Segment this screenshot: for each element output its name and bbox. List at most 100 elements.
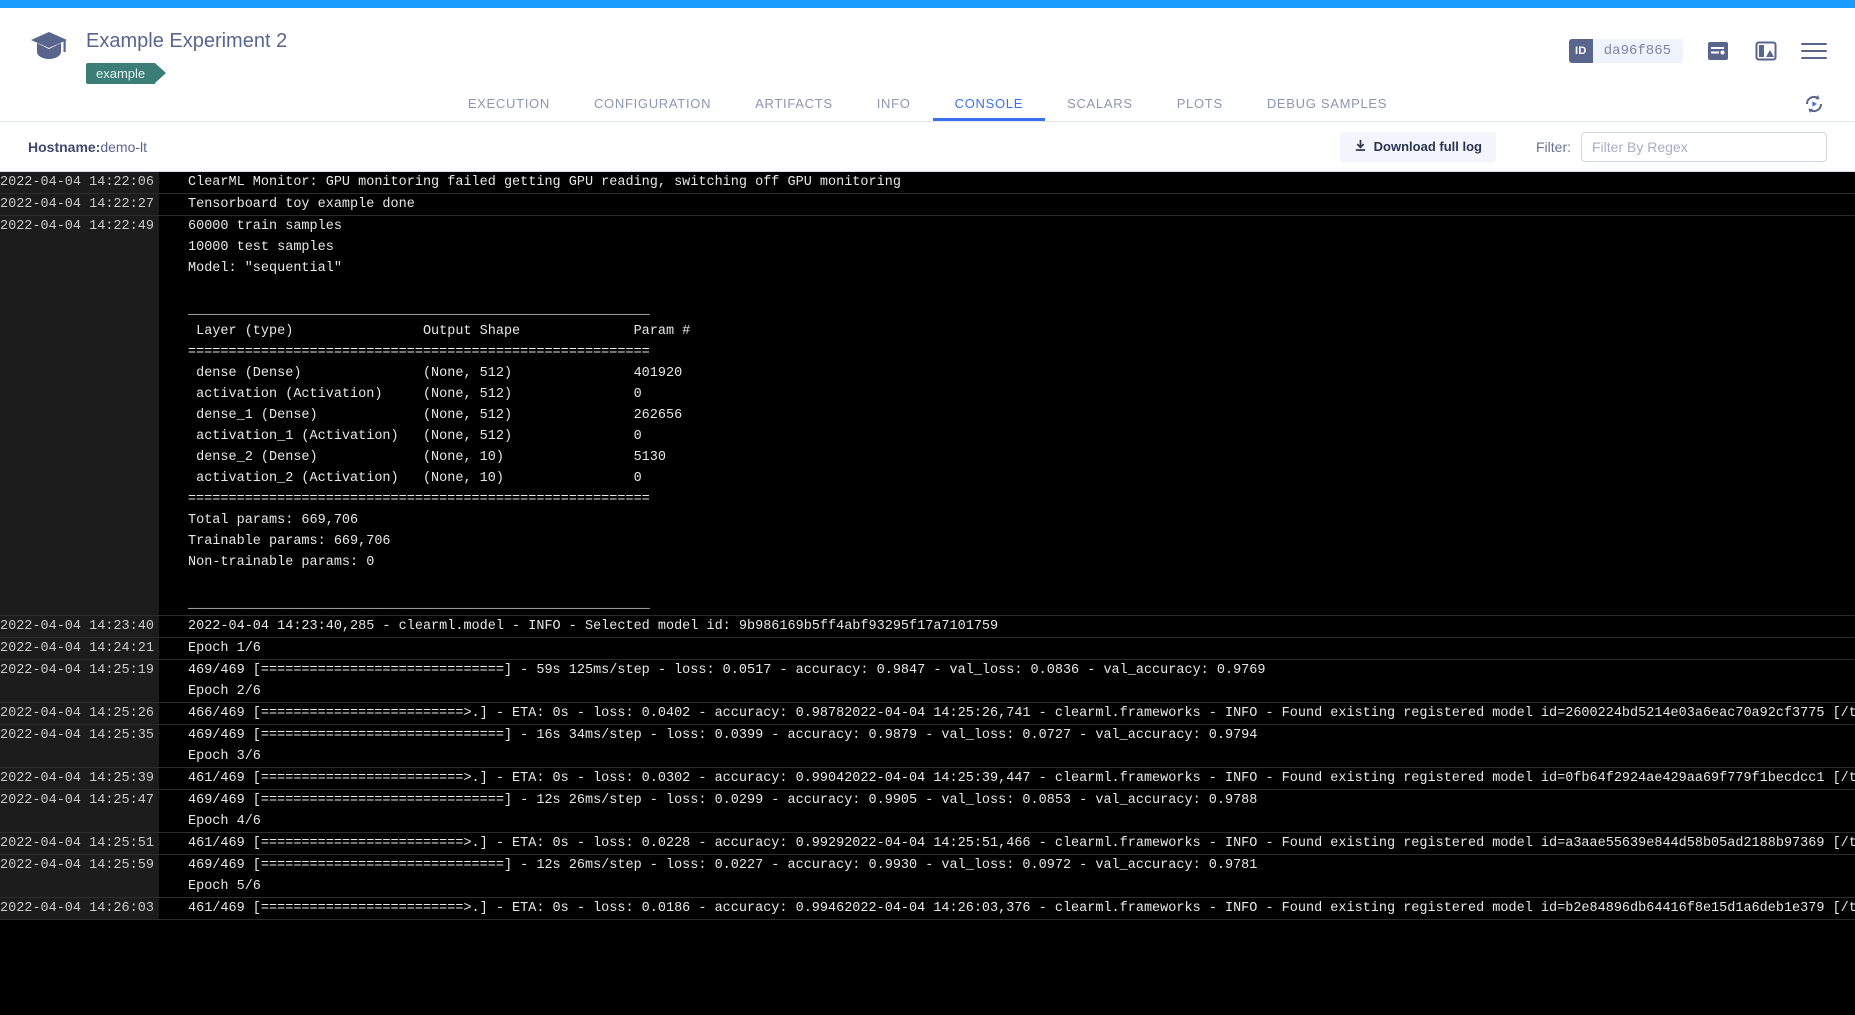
page-title: Example Experiment 2 xyxy=(86,30,287,52)
log-message: 466/469 [=========================>.] - … xyxy=(159,703,1855,724)
experiment-tag[interactable]: example xyxy=(86,63,155,84)
header-left-group: Example Experiment 2 example xyxy=(28,24,287,84)
log-line: ========================================… xyxy=(188,342,1855,363)
log-message: Tensorboard toy example done xyxy=(159,194,1855,215)
filter-input[interactable] xyxy=(1581,132,1827,162)
log-line: Non-trainable params: 0 xyxy=(188,552,1855,573)
log-timestamp: 2022-04-04 14:25:19 xyxy=(0,660,159,702)
log-message: 469/469 [==============================]… xyxy=(159,725,1855,767)
log-entry: 2022-04-04 14:23:40 2022-04-04 14:23:40,2… xyxy=(0,616,1855,638)
log-line: Total params: 669,706 xyxy=(188,510,1855,531)
log-view-icon[interactable] xyxy=(1705,39,1731,63)
log-entry: 2022-04-04 14:25:35469/469 [============… xyxy=(0,725,1855,768)
log-timestamp: 2022-04-04 14:25:59 xyxy=(0,855,159,897)
graduation-cap-icon xyxy=(28,24,70,66)
log-timestamp: 2022-04-04 14:23:40 xyxy=(0,616,159,637)
title-column: Example Experiment 2 example xyxy=(86,24,287,84)
log-timestamp: 2022-04-04 14:25:47 xyxy=(0,790,159,832)
tab-plots[interactable]: PLOTS xyxy=(1155,86,1245,121)
log-entry: 2022-04-04 14:22:27 Tensorboard toy examp… xyxy=(0,194,1855,216)
experiment-id-chip[interactable]: ID da96f865 xyxy=(1569,39,1683,63)
log-entry: 2022-04-04 14:24:21 Epoch 1/6 xyxy=(0,638,1855,660)
log-line: dense_2 (Dense) (None, 10) 5130 xyxy=(188,447,1855,468)
hostname-label: Hostname: xyxy=(28,139,100,155)
filter-label: Filter: xyxy=(1536,139,1571,155)
log-line: ________________________________________… xyxy=(188,594,1855,615)
log-message: 469/469 [==============================]… xyxy=(159,660,1855,702)
log-entry: 2022-04-04 14:26:03 461/469 [============… xyxy=(0,898,1855,920)
tab-console[interactable]: CONSOLE xyxy=(933,86,1045,121)
log-message: 469/469 [==============================]… xyxy=(159,790,1855,832)
top-status-bar: COMPLETED xyxy=(0,0,1855,8)
tab-configuration[interactable]: CONFIGURATION xyxy=(572,86,733,121)
experiment-header: Example Experiment 2 example ID da96f865 xyxy=(0,8,1855,86)
log-entry: 2022-04-04 14:25:19 469/469 [============… xyxy=(0,660,1855,703)
tab-info[interactable]: INFO xyxy=(855,86,933,121)
log-entry: 2022-04-04 14:25:26 466/469 [============… xyxy=(0,703,1855,725)
console-log-panel[interactable]: 2022-04-04 14:22:06 ClearML Monitor: GPU … xyxy=(0,172,1855,1015)
log-entry: 2022-04-04 14:25:51 461/469 [============… xyxy=(0,833,1855,855)
tab-debug-samples[interactable]: DEBUG SAMPLES xyxy=(1245,86,1409,121)
log-line xyxy=(188,279,1855,300)
log-message: 461/469 [=========================>.] - … xyxy=(159,833,1855,854)
log-line: 469/469 [==============================]… xyxy=(188,660,1855,681)
log-line: ClearML Monitor: GPU monitoring failed g… xyxy=(188,172,1855,193)
log-timestamp: 2022-04-04 14:24:21 xyxy=(0,638,159,659)
log-line xyxy=(188,573,1855,594)
log-line: Model: "sequential" xyxy=(188,258,1855,279)
log-line: Epoch 4/6 xyxy=(188,811,1855,832)
log-line: 469/469 [==============================]… xyxy=(188,790,1855,811)
log-timestamp: 2022-04-04 14:25:39 xyxy=(0,768,159,789)
log-line: ========================================… xyxy=(188,489,1855,510)
tab-artifacts[interactable]: ARTIFACTS xyxy=(733,86,855,121)
log-entry: 2022-04-04 14:22:06 ClearML Monitor: GPU … xyxy=(0,172,1855,194)
tab-bar: EXECUTION CONFIGURATION ARTIFACTS INFO C… xyxy=(0,86,1855,122)
compare-view-icon[interactable] xyxy=(1753,39,1779,63)
log-message: Epoch 1/6 xyxy=(159,638,1855,659)
log-timestamp: 2022-04-04 14:22:06 xyxy=(0,172,159,193)
log-entry: 2022-04-04 14:25:39 461/469 [============… xyxy=(0,768,1855,790)
log-line: Epoch 1/6 xyxy=(188,638,1855,659)
log-message: 461/469 [=========================>.] - … xyxy=(159,768,1855,789)
log-line: ________________________________________… xyxy=(188,300,1855,321)
console-toolbar: Hostname:demo-lt Download full log Filte… xyxy=(0,122,1855,172)
log-line: 10000 test samples xyxy=(188,237,1855,258)
log-message: 60000 train samples10000 test samplesMod… xyxy=(159,216,1855,615)
tab-scalars[interactable]: SCALARS xyxy=(1045,86,1155,121)
download-full-log-button[interactable]: Download full log xyxy=(1340,132,1496,162)
log-timestamp: 2022-04-04 14:25:26 xyxy=(0,703,159,724)
log-message: 461/469 [=========================>.] - … xyxy=(159,898,1855,919)
download-full-log-label: Download full log xyxy=(1374,139,1482,154)
log-entry: 2022-04-04 14:25:59469/469 [============… xyxy=(0,855,1855,898)
log-entry: 2022-04-04 14:25:47 469/469 [============… xyxy=(0,790,1855,833)
log-line: 466/469 [=========================>.] - … xyxy=(188,703,1855,724)
hostname-display: Hostname:demo-lt xyxy=(28,139,147,155)
log-line: 60000 train samples xyxy=(188,216,1855,237)
log-timestamp: 2022-04-04 14:22:49 xyxy=(0,216,159,615)
log-timestamp: 2022-04-04 14:25:51 xyxy=(0,833,159,854)
tab-execution[interactable]: EXECUTION xyxy=(446,86,572,121)
log-line: Epoch 2/6 xyxy=(188,681,1855,702)
log-line: Tensorboard toy example done xyxy=(188,194,1855,215)
log-line: 461/469 [=========================>.] - … xyxy=(188,833,1855,854)
toolbar-right-group: Download full log Filter: xyxy=(1340,132,1827,162)
log-line: Trainable params: 669,706 xyxy=(188,531,1855,552)
log-timestamp: 2022-04-04 14:26:03 xyxy=(0,898,159,919)
id-label: ID xyxy=(1569,39,1593,63)
log-line: 461/469 [=========================>.] - … xyxy=(188,768,1855,789)
id-value: da96f865 xyxy=(1593,43,1671,59)
tag-row: example xyxy=(86,63,287,84)
log-timestamp: 2022-04-04 14:25:35 xyxy=(0,725,159,767)
log-message: 469/469 [==============================]… xyxy=(159,855,1855,897)
hamburger-menu-icon[interactable] xyxy=(1801,38,1827,64)
log-line: activation_1 (Activation) (None, 512) 0 xyxy=(188,426,1855,447)
log-line: Layer (type) Output Shape Param # xyxy=(188,321,1855,342)
hostname-value: demo-lt xyxy=(100,139,147,155)
auto-refresh-icon[interactable] xyxy=(1801,91,1827,117)
log-timestamp: 2022-04-04 14:22:27 xyxy=(0,194,159,215)
log-line: 461/469 [=========================>.] - … xyxy=(188,898,1855,919)
console-log-list: 2022-04-04 14:22:06 ClearML Monitor: GPU … xyxy=(0,172,1855,920)
log-line: 2022-04-04 14:23:40,285 - clearml.model … xyxy=(188,616,1855,637)
log-message: ClearML Monitor: GPU monitoring failed g… xyxy=(159,172,1855,193)
log-line: activation (Activation) (None, 512) 0 xyxy=(188,384,1855,405)
